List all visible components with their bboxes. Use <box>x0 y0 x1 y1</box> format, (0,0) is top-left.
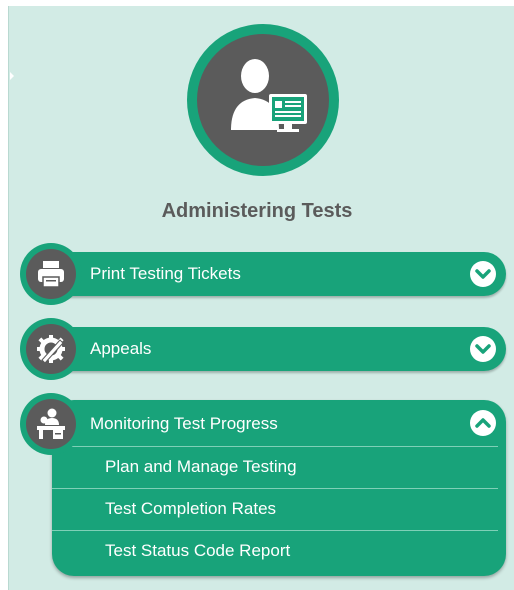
page-title: Administering Tests <box>161 200 353 222</box>
submenu-item-plan-and-manage-testing[interactable]: Plan and Manage Testing <box>52 446 498 488</box>
expand-chevron-down-icon[interactable] <box>470 336 496 362</box>
printer-icon <box>38 261 64 288</box>
administrator-at-monitor-icon <box>197 34 329 166</box>
menu-item-print-testing-tickets[interactable]: Print Testing Tickets <box>40 252 506 296</box>
submenu-item-test-status-code-report[interactable]: Test Status Code Report <box>52 530 498 572</box>
submenu-item-label: Test Completion Rates <box>105 499 277 518</box>
expand-chevron-down-icon[interactable] <box>470 261 496 287</box>
submenu-item-label: Test Status Code Report <box>105 541 291 560</box>
submenu-item-test-completion-rates[interactable]: Test Completion Rates <box>52 488 498 530</box>
printer-icon-badge[interactable] <box>20 243 82 305</box>
menu-item-label: Monitoring Test Progress <box>90 414 278 433</box>
menu-item-monitoring-test-progress[interactable]: Monitoring Test Progress Plan and Manage… <box>52 400 506 576</box>
collapse-arrow-icon[interactable] <box>10 72 14 80</box>
hero-icon-ring <box>187 24 339 176</box>
menu-item-label: Print Testing Tickets <box>90 264 241 283</box>
submenu-item-label: Plan and Manage Testing <box>105 457 297 476</box>
gear-pencil-icon <box>37 335 65 364</box>
collapse-chevron-up-icon[interactable] <box>470 410 496 436</box>
proctor-desk-icon-badge[interactable] <box>20 393 82 455</box>
gear-pencil-icon-badge[interactable] <box>20 318 82 380</box>
menu-item-appeals[interactable]: Appeals <box>40 327 506 371</box>
proctor-desk-icon <box>37 408 65 439</box>
menu-item-label: Appeals <box>90 339 152 358</box>
